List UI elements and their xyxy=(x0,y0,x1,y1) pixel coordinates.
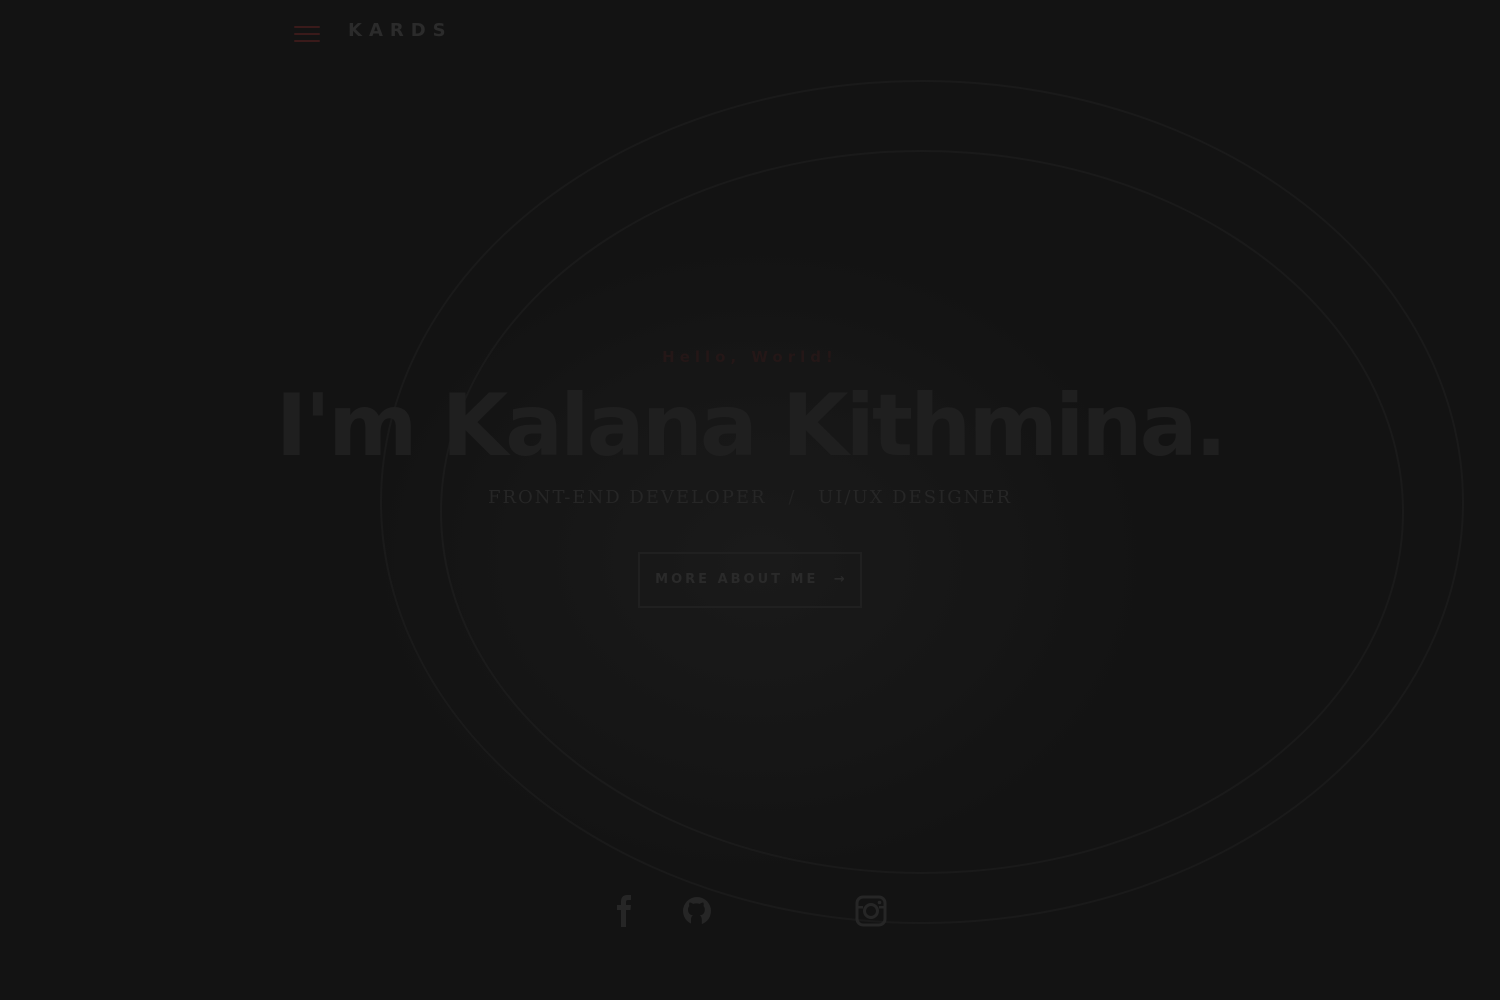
site-header: KARDS xyxy=(0,0,1500,64)
hero-name: I'm Kalana Kithmina. xyxy=(275,376,1228,476)
role-frontend: FRONT-END DEVELOPER xyxy=(487,487,767,508)
more-about-me-label: MORE ABOUT ME xyxy=(655,572,819,587)
more-about-me-button[interactable]: MORE ABOUT ME → xyxy=(638,552,862,608)
github-icon[interactable] xyxy=(680,894,714,928)
social-links xyxy=(0,894,1500,930)
instagram-icon[interactable] xyxy=(854,894,888,928)
hero-section: Hello, World! I'm Kalana Kithmina. FRONT… xyxy=(0,340,1500,608)
hero-greeting: Hello, World! xyxy=(662,348,838,366)
menu-bar xyxy=(294,33,320,35)
hero-roles: FRONT-END DEVELOPER / UI/UX DESIGNER xyxy=(0,486,1500,510)
site-logo[interactable]: KARDS xyxy=(348,20,453,41)
role-uiux: UI/UX DESIGNER xyxy=(818,487,1013,508)
hamburger-menu-icon[interactable] xyxy=(294,24,322,44)
menu-bar xyxy=(294,26,320,28)
menu-bar xyxy=(294,40,320,42)
arrow-right-icon: → xyxy=(833,572,845,587)
facebook-icon[interactable] xyxy=(608,894,642,928)
role-separator: / xyxy=(788,487,797,508)
